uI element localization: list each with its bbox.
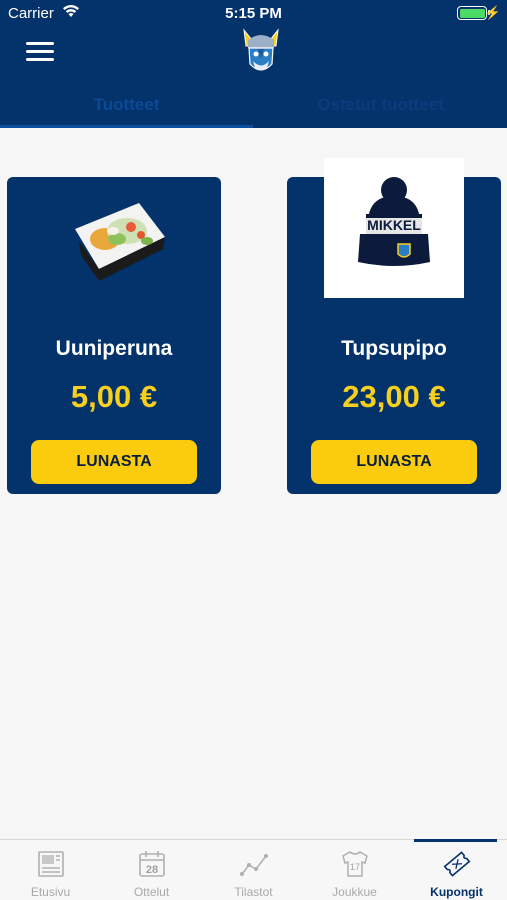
active-tab-indicator xyxy=(0,125,253,128)
stats-line-icon xyxy=(240,854,268,876)
product-card: MIKKEL Tupsupipo 23,00 € LUNASTA xyxy=(287,158,501,494)
battery-icon xyxy=(457,6,490,20)
home-news-icon xyxy=(38,851,64,877)
charging-bolt-icon: ⚡ xyxy=(484,5,501,20)
tabbar-item-ottelut[interactable]: 28 Ottelut xyxy=(101,840,202,900)
calendar-icon: 28 xyxy=(139,851,165,877)
tabbar-label: Tilastot xyxy=(234,885,273,899)
redeem-button[interactable]: LUNASTA xyxy=(31,440,197,484)
product-price: 5,00 € xyxy=(70,379,158,414)
tabbar-item-etusivu[interactable]: Etusivu xyxy=(0,840,101,900)
status-bar: Carrier 5:15 PM ⚡ xyxy=(0,0,507,28)
hamburger-menu-icon[interactable] xyxy=(26,42,54,62)
tabbar-item-kupongit[interactable]: Kupongit xyxy=(406,840,507,900)
beanie-hat-image: MIKKEL xyxy=(324,158,464,298)
product-name: Uuniperuna xyxy=(55,337,173,360)
calendar-day: 28 xyxy=(146,864,158,876)
product-name: Tupsupipo xyxy=(341,337,447,360)
tabbar-item-tilastot[interactable]: Tilastot xyxy=(203,840,304,900)
product-price: 23,00 € xyxy=(342,379,446,414)
segment-tabs: Tuotteet Ostetut tuotteet xyxy=(0,86,507,128)
tab-products[interactable]: Tuotteet xyxy=(0,86,253,128)
tabbar-label: Etusivu xyxy=(30,885,71,899)
viking-mascot-logo xyxy=(243,28,279,71)
baked-potato-image xyxy=(75,203,165,281)
redeem-button[interactable]: LUNASTA xyxy=(311,440,477,484)
coupon-icon xyxy=(443,851,471,877)
status-time: 5:15 PM xyxy=(225,5,282,22)
tab-purchased-products[interactable]: Ostetut tuotteet xyxy=(254,86,507,128)
tabbar-item-joukkue[interactable]: 17 Joukkue xyxy=(304,840,405,900)
hat-text: MIKKEL xyxy=(367,217,421,233)
app-header: Carrier 5:15 PM ⚡ Tuotteet Ostetut tuott… xyxy=(0,0,507,128)
jersey-icon: 17 xyxy=(342,851,368,877)
tabbar-label: Ottelut xyxy=(133,885,170,899)
bottom-tab-bar: Etusivu 28 Ottelut Tilastot 17 Joukkue K… xyxy=(0,839,507,900)
product-card: Uuniperuna 5,00 € LUNASTA xyxy=(7,177,221,494)
jersey-number: 17 xyxy=(350,862,360,872)
tabbar-label: Kupongit xyxy=(430,885,483,899)
tabbar-label: Joukkue xyxy=(332,885,377,899)
